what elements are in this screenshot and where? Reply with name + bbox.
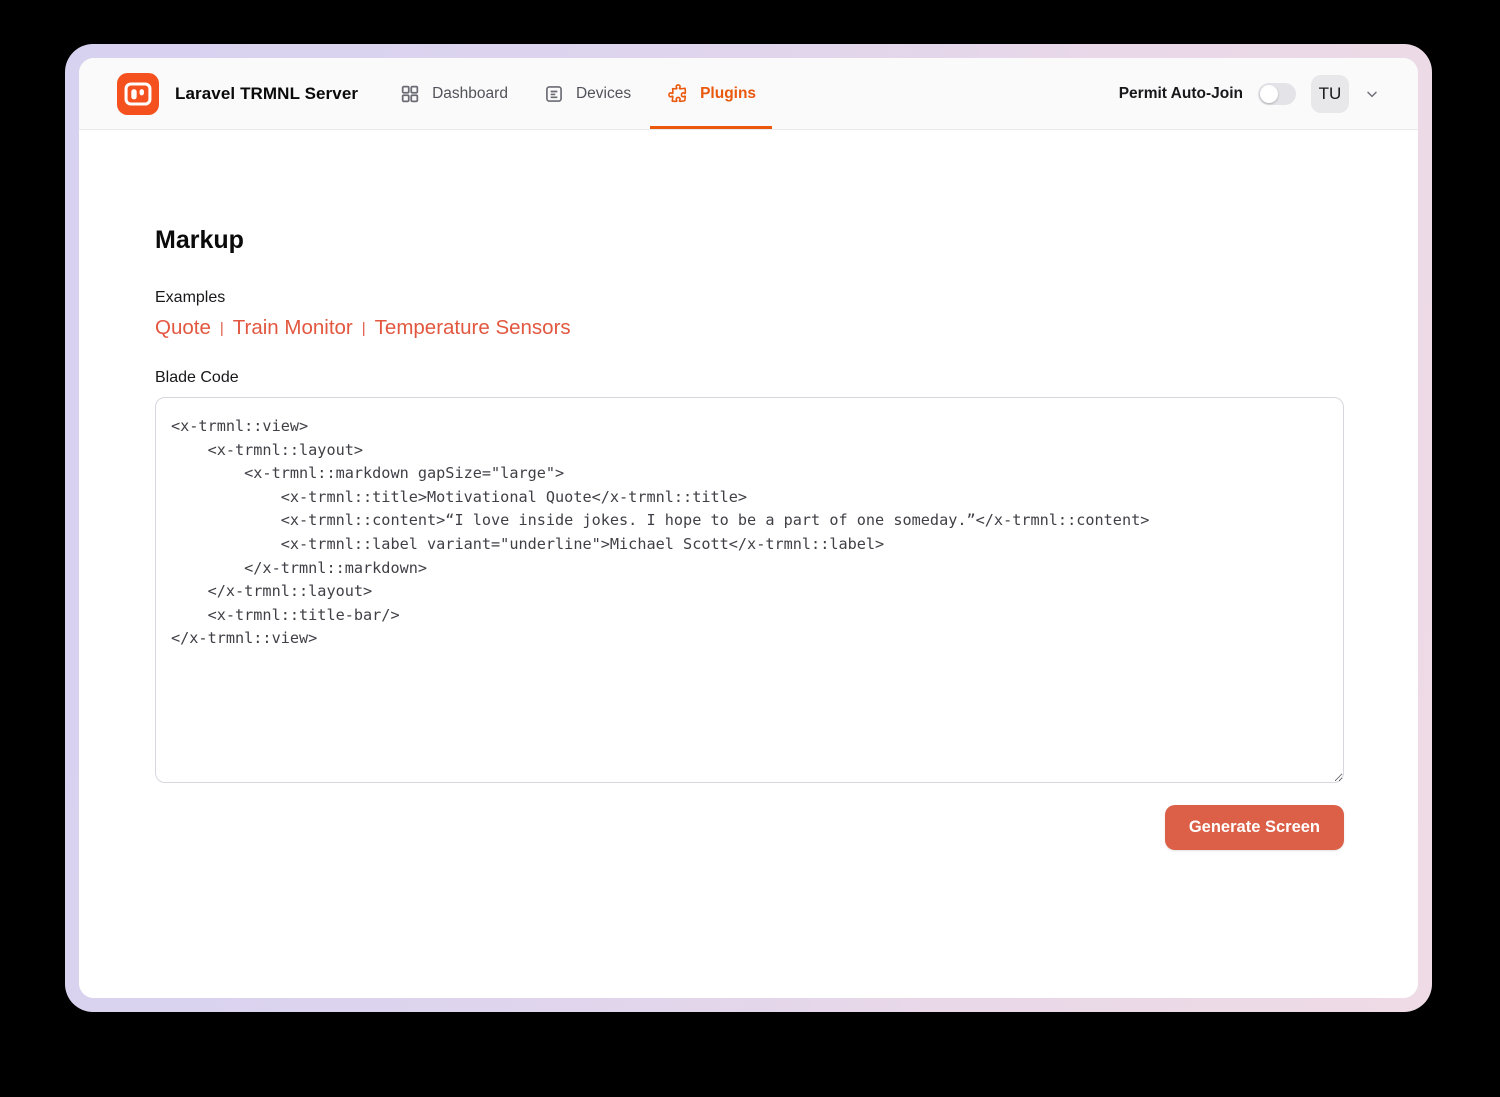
nav-item-devices[interactable]: Devices [544,58,631,129]
nav-label: Devices [576,85,631,103]
chevron-down-icon[interactable] [1364,86,1380,102]
generate-screen-button[interactable]: Generate Screen [1165,805,1344,850]
nav-item-plugins[interactable]: Plugins [667,58,756,129]
nav-label: Dashboard [432,85,508,103]
button-row: Generate Screen [155,805,1344,850]
examples-label: Examples [155,289,1344,307]
devices-icon [544,84,564,104]
example-link-train-monitor[interactable]: Train Monitor [233,316,353,340]
main-content: Markup Examples Quote | Train Monitor | … [79,130,1418,998]
example-link-temperature-sensors[interactable]: Temperature Sensors [375,316,571,340]
puzzle-icon [667,83,688,104]
page-title: Markup [155,226,1344,255]
nav-item-dashboard[interactable]: Dashboard [400,58,508,129]
link-separator: | [362,320,366,337]
header: Laravel TRMNL Server Dashboard [79,58,1418,130]
example-links: Quote | Train Monitor | Temperature Sens… [155,316,1344,340]
permit-autojoin-toggle[interactable] [1258,83,1296,105]
blade-code-label: Blade Code [155,369,1344,387]
app-title: Laravel TRMNL Server [175,84,358,104]
header-right: Permit Auto-Join TU [1119,75,1380,113]
permit-autojoin-label: Permit Auto-Join [1119,85,1243,103]
link-separator: | [220,320,224,337]
nav-label: Plugins [700,85,756,103]
blade-code-textarea[interactable]: <x-trmnl::view> <x-trmnl::layout> <x-trm… [155,397,1344,783]
app-window: Laravel TRMNL Server Dashboard [79,58,1418,998]
main-nav: Dashboard Devices [400,58,756,129]
app-logo-icon [117,73,159,115]
example-link-quote[interactable]: Quote [155,316,211,340]
window-frame: Laravel TRMNL Server Dashboard [65,44,1432,1012]
grid-icon [400,84,420,104]
toggle-knob [1260,85,1278,103]
user-avatar[interactable]: TU [1311,75,1349,113]
